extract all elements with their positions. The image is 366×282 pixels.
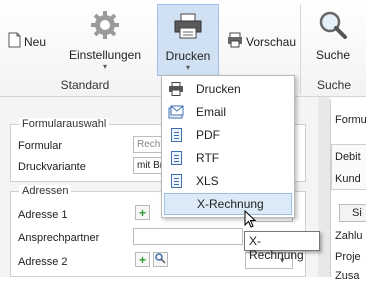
neu-label: Neu (24, 34, 47, 49)
add-address-button[interactable]: + (135, 205, 150, 220)
plus-icon: + (138, 252, 146, 267)
ansprechpartner-field[interactable] (133, 228, 243, 245)
chevron-down-icon: ▾ (185, 63, 190, 72)
suche-button[interactable]: Suche (310, 8, 356, 62)
adressen-title: Adressen (19, 185, 72, 197)
menu-item-drucken[interactable]: Drucken (164, 78, 292, 100)
menu-item-xls[interactable]: XLS (164, 170, 292, 192)
einstellungen-label: Einstellungen (68, 48, 142, 62)
document-icon (168, 173, 184, 189)
druckvariante-label: Druckvariante (18, 161, 86, 173)
neu-button[interactable]: Neu (8, 32, 46, 51)
add-address2-button[interactable]: + (135, 252, 150, 267)
new-document-icon (8, 32, 21, 51)
print-preview-icon (227, 32, 243, 51)
menu-item-label: PDF (196, 128, 220, 142)
search-address2-button[interactable] (153, 252, 168, 267)
ribbon-separator (300, 4, 301, 94)
einstellungen-button[interactable]: Einstellungen ▾ (66, 8, 144, 71)
email-icon (168, 104, 184, 120)
printer-icon (158, 9, 218, 43)
suche-label: Suche (315, 48, 351, 62)
proje-label: Proje (335, 251, 361, 263)
formular-label: Formular (18, 140, 63, 152)
mouse-cursor-icon (244, 209, 257, 231)
ansprechpartner-label: Ansprechpartner (18, 232, 100, 244)
magnifier-icon (155, 252, 166, 267)
menu-item-label: Drucken (196, 82, 241, 96)
menu-item-label: Email (196, 105, 227, 119)
menu-item-x-rechnung[interactable]: X-Rechnung (164, 193, 292, 215)
menu-item-rtf[interactable]: RTF (164, 147, 292, 169)
plus-icon: + (138, 205, 146, 220)
chevron-down-icon: ▾ (102, 62, 107, 71)
drucken-label: Drucken (165, 49, 211, 63)
menu-item-pdf[interactable]: PDF (164, 124, 292, 146)
gear-icon (66, 8, 144, 42)
vorschau-label: Vorschau (246, 34, 297, 49)
zahlu-label: Zahlu (335, 230, 363, 242)
tooltip: X-Rechnung (244, 231, 320, 262)
document-icon (168, 127, 184, 143)
menu-item-label: RTF (196, 151, 220, 165)
right-panel-box: Debit Kund (331, 144, 366, 190)
group-label-standard: Standard (60, 78, 110, 92)
document-icon (168, 150, 184, 166)
zusa-label: Zusa (335, 270, 360, 282)
adresse2-label: Adresse 2 (18, 256, 68, 268)
formularauswahl-title: Formularauswahl (19, 118, 110, 130)
si-button[interactable]: Si (339, 204, 366, 222)
debit-label: Debit (335, 151, 361, 163)
drucken-button[interactable]: Drucken ▾ (157, 4, 219, 76)
group-label-suche: Suche (316, 78, 352, 92)
search-icon (310, 8, 356, 42)
adresse1-label: Adresse 1 (18, 209, 68, 221)
menu-item-label: X-Rechnung (197, 197, 264, 211)
printer-icon (168, 81, 184, 97)
right-panel: Formu Debit Kund Si Zahlu Proje Zusa (330, 100, 366, 282)
menu-item-label: XLS (196, 174, 219, 188)
drucken-dropdown-menu: Drucken Email PDF RTF XLS X-Rechnung (161, 75, 295, 218)
kunde-label: Kund (335, 173, 361, 185)
vorschau-button[interactable]: Vorschau (227, 32, 296, 51)
menu-item-email[interactable]: Email (164, 101, 292, 123)
right-panel-title: Formu (335, 114, 366, 126)
